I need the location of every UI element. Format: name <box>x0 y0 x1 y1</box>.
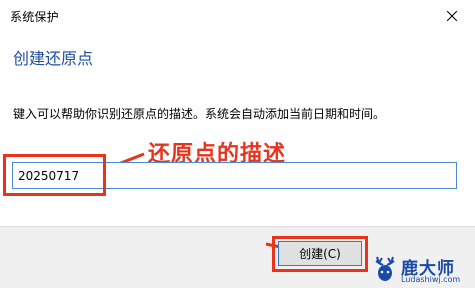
dialog-description: 键入可以帮助你识别还原点的描述。系统会自动添加当前日期和时间。 <box>13 107 386 121</box>
watermark-url: Ludashiwj.com <box>401 275 461 284</box>
deer-logo-icon <box>375 256 395 281</box>
button-highlight-box <box>272 236 368 272</box>
title-bar: 系统保护 <box>0 0 475 31</box>
input-highlight-box <box>3 154 106 196</box>
window-title: 系统保护 <box>10 10 59 24</box>
close-icon <box>447 10 457 21</box>
watermark: 鹿大师 Ludashiwj.com <box>371 253 475 287</box>
dialog-heading: 创建还原点 <box>13 49 94 68</box>
close-button[interactable] <box>429 0 475 31</box>
